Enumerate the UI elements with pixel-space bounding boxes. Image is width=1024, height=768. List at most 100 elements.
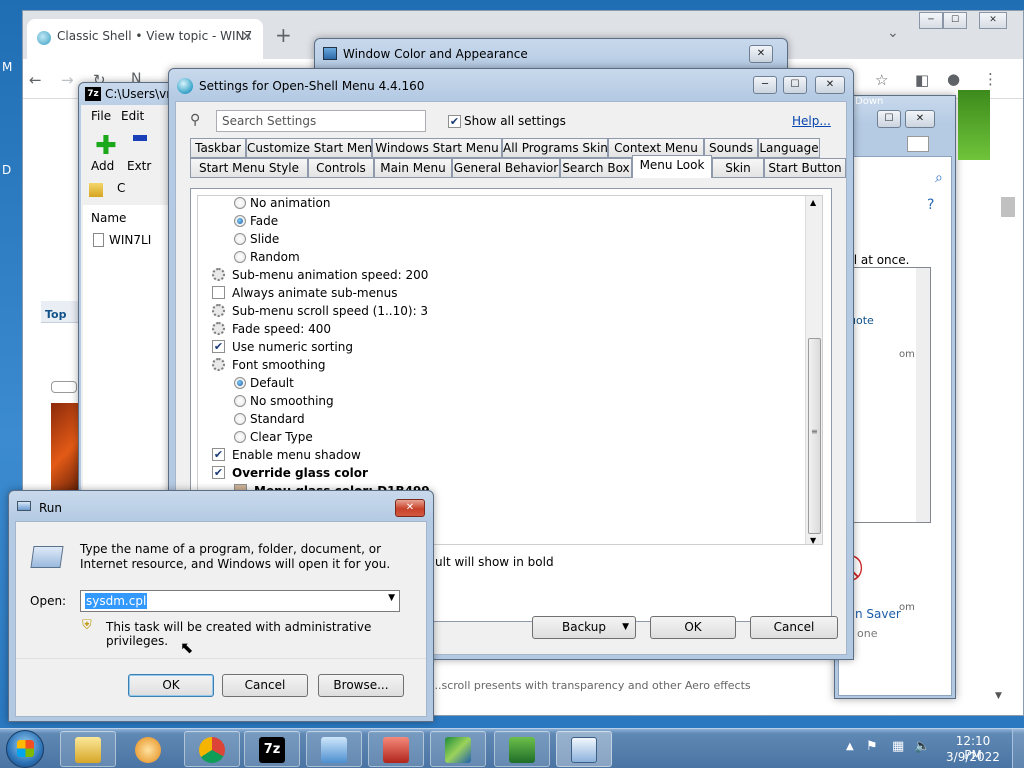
tab-customize-start-menu[interactable]: Customize Start Menu xyxy=(246,138,380,158)
7zip-extract-label[interactable]: Extr xyxy=(127,159,151,173)
scroll-up-icon[interactable]: ▲ xyxy=(810,198,816,207)
show-desktop-button[interactable] xyxy=(1012,729,1024,768)
checkbox[interactable]: ✔ xyxy=(212,466,225,479)
setting-row[interactable]: Default xyxy=(198,374,798,392)
radio-button[interactable] xyxy=(234,413,246,425)
firefox-desktop-icon[interactable] xyxy=(958,90,990,160)
chrome-maximize-button[interactable]: ☐ xyxy=(943,12,967,29)
search-settings-input[interactable]: Search Settings xyxy=(216,110,426,132)
tab-search-chevron-icon[interactable]: ⌄ xyxy=(887,25,899,41)
forum-button[interactable] xyxy=(51,381,77,393)
new-tab-icon[interactable]: + xyxy=(275,25,292,45)
extract-minus-icon[interactable] xyxy=(133,135,147,141)
setting-row[interactable]: Fade speed: 400 xyxy=(198,320,798,338)
chrome-close-button[interactable]: ✕ xyxy=(979,12,1007,29)
back-arrow-icon[interactable]: ← xyxy=(29,71,42,89)
wca-close-button[interactable]: ✕ xyxy=(749,45,773,63)
checkbox[interactable]: ✔ xyxy=(212,448,225,461)
radio-button[interactable] xyxy=(234,395,246,407)
tab-sounds[interactable]: Sounds xyxy=(704,138,758,158)
network-tray-icon[interactable]: ▦ xyxy=(892,739,904,754)
tab-all-programs-skin[interactable]: All Programs Skin xyxy=(502,138,608,158)
taskbar-chrome[interactable] xyxy=(184,731,240,767)
run-cancel-button[interactable]: Cancel xyxy=(222,674,308,697)
settings-tree-scroll-thumb[interactable]: ≡ xyxy=(808,338,821,534)
radio-button[interactable] xyxy=(234,197,246,209)
tab-menu-look[interactable]: Menu Look xyxy=(632,155,712,178)
settings-close-button[interactable]: ✕ xyxy=(815,76,845,94)
folder-up-icon[interactable] xyxy=(89,183,103,197)
mail-icon[interactable] xyxy=(907,136,929,152)
tab-controls[interactable]: Controls xyxy=(308,158,374,178)
setting-row[interactable]: Clear Type xyxy=(198,428,798,446)
settings-tree-scrollbar[interactable]: ▲ ≡ ▼ xyxy=(805,196,822,544)
setting-row[interactable]: Always animate sub-menus xyxy=(198,284,798,302)
help-link[interactable]: Help... xyxy=(792,114,831,128)
run-close-button[interactable]: ✕ xyxy=(395,499,425,517)
show-all-settings-label[interactable]: Show all settings xyxy=(464,114,566,128)
setting-row[interactable]: Fade xyxy=(198,212,798,230)
7zip-menu-edit[interactable]: Edit xyxy=(121,109,144,123)
profile-avatar-icon[interactable]: ● xyxy=(947,70,960,88)
chrome-menu-icon[interactable]: ⋮ xyxy=(983,70,998,88)
checkbox[interactable]: ✔ xyxy=(212,340,225,353)
taskbar-media-player[interactable] xyxy=(120,731,176,767)
setting-row[interactable]: Random xyxy=(198,248,798,266)
settings-ok-button[interactable]: OK xyxy=(650,616,736,639)
setting-row[interactable]: ✔ Use numeric sorting xyxy=(198,338,798,356)
show-all-settings-checkbox[interactable]: ✔ xyxy=(448,115,461,128)
setting-row[interactable]: Sub-menu animation speed: 200 xyxy=(198,266,798,284)
settings-cancel-button[interactable]: Cancel xyxy=(750,616,838,639)
7zip-path-fragment[interactable]: C xyxy=(117,181,125,195)
tab-taskbar[interactable]: Taskbar xyxy=(190,138,246,158)
7zip-add-label[interactable]: Add xyxy=(91,159,114,173)
dropdown-arrow-icon[interactable]: ▼ xyxy=(388,593,395,603)
setting-row[interactable]: Standard xyxy=(198,410,798,428)
show-hidden-icons-icon[interactable]: ▲ xyxy=(846,741,854,752)
screen-saver-link[interactable]: n Saver xyxy=(855,607,901,621)
taskbar-network-settings[interactable] xyxy=(494,731,550,767)
radio-button[interactable] xyxy=(234,251,246,263)
run-ok-button[interactable]: OK xyxy=(128,674,214,697)
chrome-minimize-button[interactable]: ─ xyxy=(919,12,943,29)
run-open-input[interactable]: sysdm.cpl ▼ xyxy=(80,590,400,612)
forward-arrow-icon[interactable]: → xyxy=(61,71,74,89)
tab-search-box[interactable]: Search Box xyxy=(560,158,632,178)
setting-row[interactable]: No smoothing xyxy=(198,392,798,410)
tab-main-menu[interactable]: Main Menu xyxy=(374,158,452,178)
tab-language[interactable]: Language xyxy=(758,138,820,158)
background-list-scroll-thumb[interactable] xyxy=(917,368,929,428)
taskbar-toolbox[interactable] xyxy=(368,731,424,767)
settings-minimize-button[interactable]: ─ xyxy=(753,76,777,94)
radio-button[interactable] xyxy=(234,233,246,245)
side-panel-icon[interactable]: ◧ xyxy=(915,71,929,89)
setting-row[interactable]: Slide xyxy=(198,230,798,248)
settings-maximize-button[interactable]: ☐ xyxy=(783,76,807,94)
chrome-tab[interactable]: Classic Shell • View topic - WIN7 ✕ xyxy=(27,19,263,59)
help-circle-icon[interactable]: ? xyxy=(927,197,934,213)
radio-button[interactable] xyxy=(234,377,246,389)
volume-icon[interactable]: 🔈 xyxy=(914,739,930,754)
setting-row[interactable]: ✔ Override glass color xyxy=(198,464,798,482)
bg-explorer-close-button[interactable]: ✕ xyxy=(905,110,935,128)
7zip-file-row[interactable]: WIN7LI xyxy=(109,233,151,247)
bg-explorer-maximize-button[interactable]: ☐ xyxy=(877,110,901,128)
taskbar-7zip[interactable]: 7z xyxy=(244,731,300,767)
radio-button[interactable] xyxy=(234,215,246,227)
taskbar-file-explorer[interactable] xyxy=(60,731,116,767)
scroll-down-icon[interactable]: ▼ xyxy=(810,536,816,544)
chrome-page-scrollbar-thumb[interactable] xyxy=(1001,197,1015,217)
start-orb-button[interactable] xyxy=(6,730,44,768)
7zip-name-column-header[interactable]: Name xyxy=(91,211,126,225)
7zip-menu-file[interactable]: File xyxy=(91,109,111,123)
tab-start-menu-style[interactable]: Start Menu Style xyxy=(190,158,308,178)
backup-button[interactable]: Backup ▼ xyxy=(532,616,636,639)
tab-windows-start-menu[interactable]: Windows Start Menu xyxy=(372,138,502,158)
run-browse-button[interactable]: Browse... xyxy=(318,674,404,697)
taskbar-display-settings[interactable] xyxy=(430,731,486,767)
tab-start-button[interactable]: Start Button xyxy=(764,158,846,178)
taskbar-control-panel[interactable] xyxy=(306,731,362,767)
setting-row[interactable]: ✔ Enable menu shadow xyxy=(198,446,798,464)
taskbar-run-dialog[interactable] xyxy=(556,731,612,767)
checkbox[interactable] xyxy=(212,286,225,299)
